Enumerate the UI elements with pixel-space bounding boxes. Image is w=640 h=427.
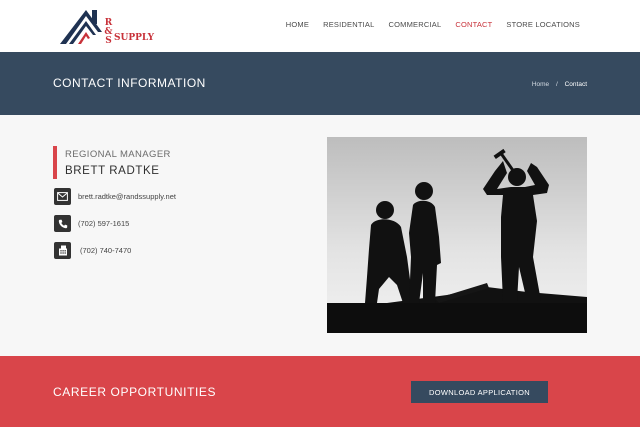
fax-row: (702) 740-7470 <box>54 242 131 259</box>
brand-letters: R & S <box>104 19 113 46</box>
brand-wordmark: SUPPLY <box>114 33 155 43</box>
contact-person-card: REGIONAL MANAGER BRETT RADTKE <box>53 146 273 179</box>
nav-commercial[interactable]: COMMERCIAL <box>388 20 441 29</box>
breadcrumb-separator: / <box>555 81 558 88</box>
breadcrumb: Home / Contact <box>532 81 587 88</box>
page-title: CONTACT INFORMATION <box>53 76 206 90</box>
brand-letter: S <box>105 36 112 46</box>
career-title: CAREER OPPORTUNITIES <box>53 385 217 399</box>
main-nav: HOME RESIDENTIAL COMMERCIAL CONTACT STOR… <box>272 20 580 29</box>
contact-name: BRETT RADTKE <box>65 165 160 177</box>
nav-home[interactable]: HOME <box>286 20 309 29</box>
fax-icon <box>54 242 71 259</box>
phone-icon <box>54 215 71 232</box>
fax-number: (702) 740-7470 <box>80 246 132 255</box>
brand-logo[interactable]: R & S SUPPLY <box>58 6 158 46</box>
career-section: CAREER OPPORTUNITIES DOWNLOAD APPLICATIO… <box>0 356 640 427</box>
nav-store-locations[interactable]: STORE LOCATIONS <box>506 20 580 29</box>
contact-role: REGIONAL MANAGER <box>65 149 171 160</box>
nav-residential[interactable]: RESIDENTIAL <box>323 20 374 29</box>
email-row[interactable]: brett.radtke@randssupply.net <box>54 188 176 205</box>
page-title-bar: CONTACT INFORMATION Home / Contact <box>0 52 640 115</box>
contact-section: REGIONAL MANAGER BRETT RADTKE brett.radt… <box>0 115 640 356</box>
nav-contact[interactable]: CONTACT <box>455 20 492 29</box>
envelope-icon <box>54 188 71 205</box>
site-header: R & S SUPPLY HOME RESIDENTIAL COMMERCIAL… <box>0 0 640 52</box>
workers-silhouette-photo <box>327 137 587 333</box>
phone-row[interactable]: (702) 597-1615 <box>54 215 129 232</box>
download-application-button[interactable]: DOWNLOAD APPLICATION <box>411 381 548 403</box>
phone-number[interactable]: (702) 597-1615 <box>78 219 129 228</box>
breadcrumb-home-link[interactable]: Home <box>532 81 549 88</box>
breadcrumb-current: Contact <box>564 81 587 88</box>
email-address[interactable]: brett.radtke@randssupply.net <box>78 192 176 201</box>
